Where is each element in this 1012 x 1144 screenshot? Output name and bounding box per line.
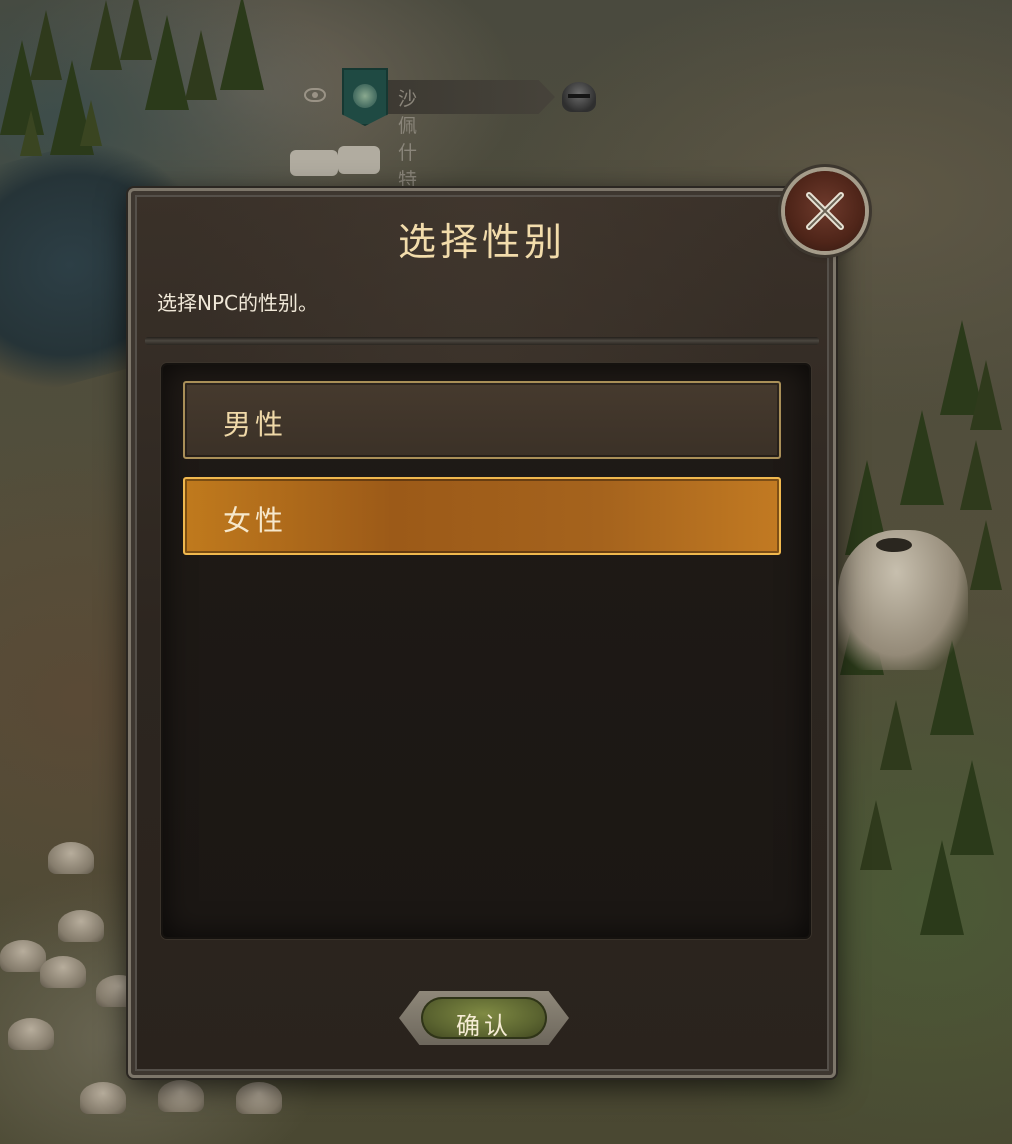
stone-tower <box>838 530 968 670</box>
tree <box>80 100 102 146</box>
tree <box>900 410 944 505</box>
confirm-button-face: 确认 <box>421 997 547 1040</box>
yurt <box>158 1080 204 1112</box>
faction-shield <box>342 68 388 126</box>
option-male[interactable]: 男性 <box>183 381 781 459</box>
yurt <box>0 940 46 972</box>
settlement-name[interactable]: 沙佩什特 <box>398 84 419 192</box>
yurt <box>40 956 86 988</box>
dialog-title: 选择性别 <box>397 220 566 264</box>
dialog-description: 选择NPC的性别。 <box>157 291 318 315</box>
divider <box>145 337 819 345</box>
option-label: 男性 <box>223 408 288 441</box>
confirm-button[interactable]: 确认 <box>399 991 569 1045</box>
tree <box>860 800 892 870</box>
tree <box>960 440 992 510</box>
eye-icon[interactable] <box>304 88 326 102</box>
shield-emblem-icon <box>353 84 377 108</box>
gender-options-list: 男性 女性 <box>161 363 811 939</box>
tree <box>970 520 1002 590</box>
tree <box>145 15 189 110</box>
yurt <box>80 1082 126 1114</box>
tree <box>880 700 912 770</box>
option-label: 女性 <box>223 504 288 537</box>
tree <box>970 360 1002 430</box>
yurt <box>236 1082 282 1114</box>
select-gender-dialog: 选择性别 选择NPC的性别。 男性 女性 确认 <box>128 171 865 1078</box>
yurt <box>48 842 94 874</box>
helmet-icon[interactable] <box>562 82 596 112</box>
option-female[interactable]: 女性 <box>183 477 781 555</box>
rock <box>338 146 380 174</box>
tree <box>20 110 42 156</box>
yurt <box>58 910 104 942</box>
tree <box>920 840 964 935</box>
tree <box>185 30 217 100</box>
close-button[interactable] <box>785 171 865 251</box>
tree <box>220 0 264 90</box>
confirm-label: 确认 <box>456 1012 512 1040</box>
close-icon <box>806 192 844 230</box>
yurt <box>8 1018 54 1050</box>
rock <box>290 150 338 176</box>
tree <box>90 0 122 70</box>
